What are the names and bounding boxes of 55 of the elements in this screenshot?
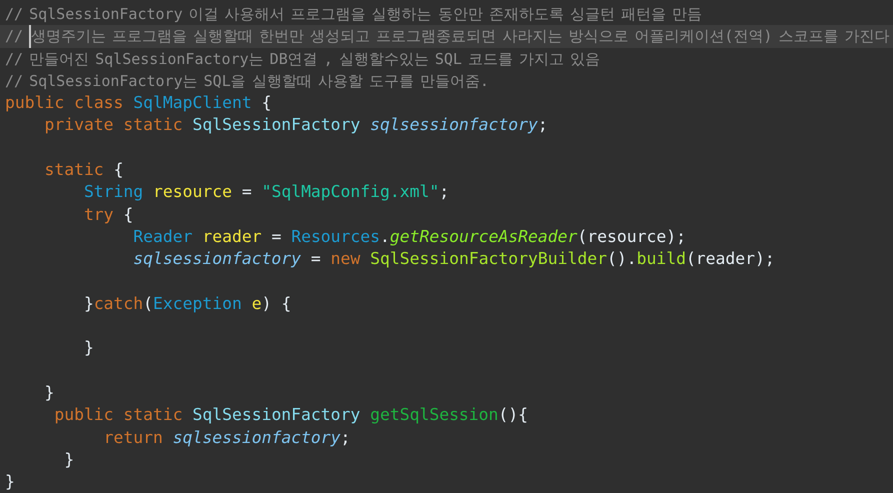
keyword: return xyxy=(102,426,164,449)
field-name: sqlsessionfactory xyxy=(172,426,341,449)
method-name: getSqlSession xyxy=(370,404,498,426)
field-name: sqlsessionfactory xyxy=(370,114,538,136)
variable-name: resource xyxy=(153,181,232,204)
keyword: static xyxy=(43,159,105,182)
code-text: . xyxy=(380,226,390,248)
code-text: = xyxy=(240,181,253,204)
keyword: public xyxy=(5,92,66,114)
string-literal: "SqlMapConfig.xml" xyxy=(262,181,440,204)
field-name: sqlsessionfactory xyxy=(132,248,302,270)
code-text: (). xyxy=(606,248,637,270)
method-name: getResourceAsReader xyxy=(390,226,578,248)
code-comment: // SqlSessionFactory 이걸 사용해서 프로그램을 실행하는 동안만 존재하도록 싱글턴 패턴을 만듬 xyxy=(5,4,702,25)
code-text: = xyxy=(270,226,282,248)
keyword: public xyxy=(53,404,115,426)
code-text: ; xyxy=(439,181,450,204)
method-name: SqlSessionFactoryBuilder xyxy=(370,248,607,270)
code-text: } xyxy=(82,337,94,360)
code-text: } xyxy=(82,292,94,315)
variable-name: e xyxy=(252,292,262,315)
code-text: { xyxy=(260,92,272,114)
keyword: private xyxy=(43,114,115,136)
code-text: { xyxy=(123,204,134,226)
code-text: } xyxy=(63,448,74,471)
keyword: static xyxy=(123,404,184,426)
code-text: ; xyxy=(538,114,548,136)
code-text: (){ xyxy=(498,404,528,426)
type-name: Reader xyxy=(132,226,194,248)
keyword: try xyxy=(82,204,115,226)
method-name: build xyxy=(636,248,686,270)
code-comment: 생명주기는 프로그램을 실행할때 한번만 생성되고 프로그램종료되면 사라지는 방식으로 어플리케이션(전역) 스코프를 가진다 xyxy=(29,25,890,48)
type-name: SqlSessionFactory xyxy=(192,114,362,136)
code-text: (resource); xyxy=(577,226,686,248)
variable-name: reader xyxy=(202,226,262,248)
code-text: { xyxy=(114,159,124,182)
code-comment: // 만들어진 SqlSessionFactory는 DB연결 , 실행할수있는 SQL 코드를 가지고 있음 xyxy=(5,48,600,70)
keyword: class xyxy=(74,92,124,114)
code-comment: // SqlSessionFactory는 SQL을 실행할때 사용할 도구를 만들어줌. xyxy=(5,70,489,92)
type-name: SqlSessionFactory xyxy=(192,404,362,426)
code-text: = xyxy=(310,248,322,270)
keyword: catch xyxy=(94,292,144,315)
type-name: SqlMapClient xyxy=(133,92,252,114)
type-name: Exception xyxy=(153,292,243,315)
code-text: ( xyxy=(143,292,154,315)
code-text: ) { xyxy=(262,292,292,315)
code-text: (reader); xyxy=(686,248,775,270)
type-name: String xyxy=(82,181,144,204)
type-name: Resources xyxy=(291,226,380,248)
code-comment: // xyxy=(5,26,24,48)
code-text: } xyxy=(5,471,15,493)
keyword: static xyxy=(123,114,184,136)
code-text: ; xyxy=(340,426,350,449)
keyword: new xyxy=(330,248,362,270)
code-text: } xyxy=(43,382,54,404)
